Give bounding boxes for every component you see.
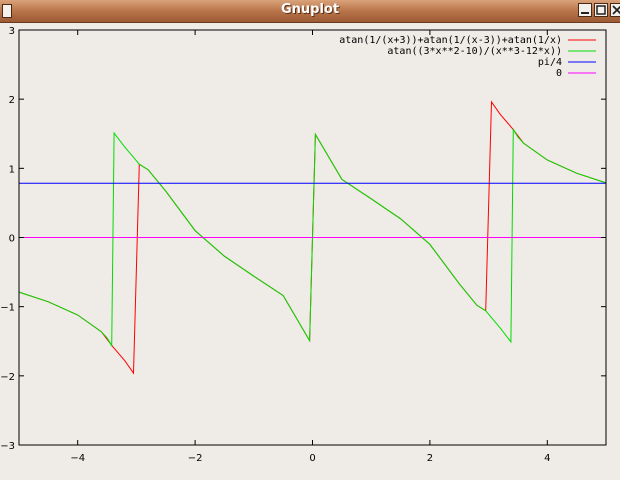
y-tick-label: −1 — [0, 303, 15, 314]
title-bar[interactable]: Gnuplot — [0, 0, 620, 23]
x-tick-label: −2 — [188, 453, 203, 464]
legend-label: atan(1/(x+3))+atan(1/(x-3))+atan(1/x) — [339, 35, 562, 46]
close-button[interactable] — [610, 3, 620, 17]
legend-label: 0 — [556, 68, 562, 79]
minimize-button[interactable] — [578, 3, 592, 17]
x-tick-label: 4 — [544, 453, 550, 464]
plot-canvas: −4 −2 0 2 4 −3 −2 −1 0 1 2 3 atan(1/(x+3))+atan(1/(… — [0, 26, 607, 464]
series-layer — [18, 100, 607, 375]
gnuplot-window: Gnuplot −4 −2 0 2 4 −3 −2 −1 0 1 2 3 atan(1/(x+3))+… — [0, 0, 620, 480]
y-tick-label: 2 — [9, 95, 15, 106]
close-icon — [612, 5, 620, 15]
y-tick-label: −3 — [0, 441, 15, 452]
window-title: Gnuplot — [280, 2, 340, 17]
y-tick-label: 0 — [9, 234, 15, 245]
y-tick-label: 3 — [9, 26, 15, 37]
x-tick-label: 0 — [309, 453, 315, 464]
x-tick-label: 2 — [427, 453, 433, 464]
y-tick-label: 1 — [9, 164, 15, 175]
y-tick-label: −2 — [0, 372, 15, 383]
legend-label: pi/4 — [538, 57, 562, 68]
legend-label: atan((3*x**2-10)/(x**3-12*x)) — [387, 46, 562, 57]
maximize-button[interactable] — [594, 3, 608, 17]
maximize-icon — [596, 5, 606, 15]
ticks-layer: −4 −2 0 2 4 −3 −2 −1 0 1 2 3 — [0, 26, 606, 464]
minimize-icon — [581, 12, 589, 14]
x-tick-label: −4 — [70, 453, 85, 464]
legend: atan(1/(x+3))+atan(1/(x-3))+atan(1/x)ata… — [339, 35, 596, 79]
